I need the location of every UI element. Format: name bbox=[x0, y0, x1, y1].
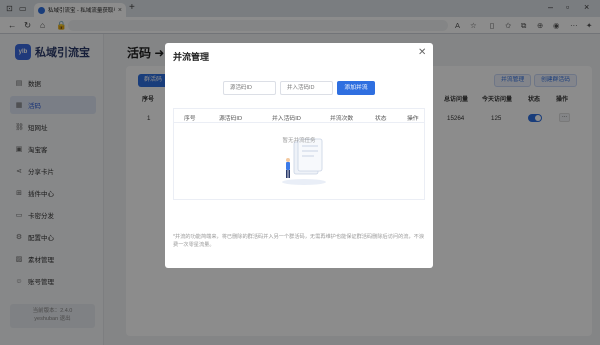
column-header: 序号 bbox=[184, 116, 196, 122]
add-merge-button[interactable]: 添加并流 bbox=[337, 81, 375, 95]
empty-text: 暂无并流任务 bbox=[282, 138, 316, 144]
column-header: 并流次数 bbox=[330, 116, 354, 122]
column-header: 并入活码ID bbox=[272, 116, 301, 122]
merge-modal: 并流管理 ✕ 添加并流 序号 源活码ID 并入活码ID 并流次数 状态 操作 暂… bbox=[165, 43, 433, 268]
target-id-input[interactable] bbox=[280, 81, 333, 95]
source-id-input[interactable] bbox=[223, 81, 276, 95]
column-header: 操作 bbox=[407, 116, 419, 122]
merge-note: *并流的功能简端来，将已删除的群活码并入另一个群活码，无需再维护也能保证群活码删… bbox=[173, 234, 425, 248]
close-icon[interactable]: ✕ bbox=[418, 47, 426, 58]
column-header: 状态 bbox=[375, 116, 387, 122]
merge-table: 序号 源活码ID 并入活码ID 并流次数 状态 操作 bbox=[173, 108, 425, 200]
modal-title: 并流管理 bbox=[173, 52, 210, 62]
table-header: 序号 源活码ID 并入活码ID 并流次数 状态 操作 bbox=[174, 109, 424, 123]
column-header: 源活码ID bbox=[219, 116, 243, 122]
